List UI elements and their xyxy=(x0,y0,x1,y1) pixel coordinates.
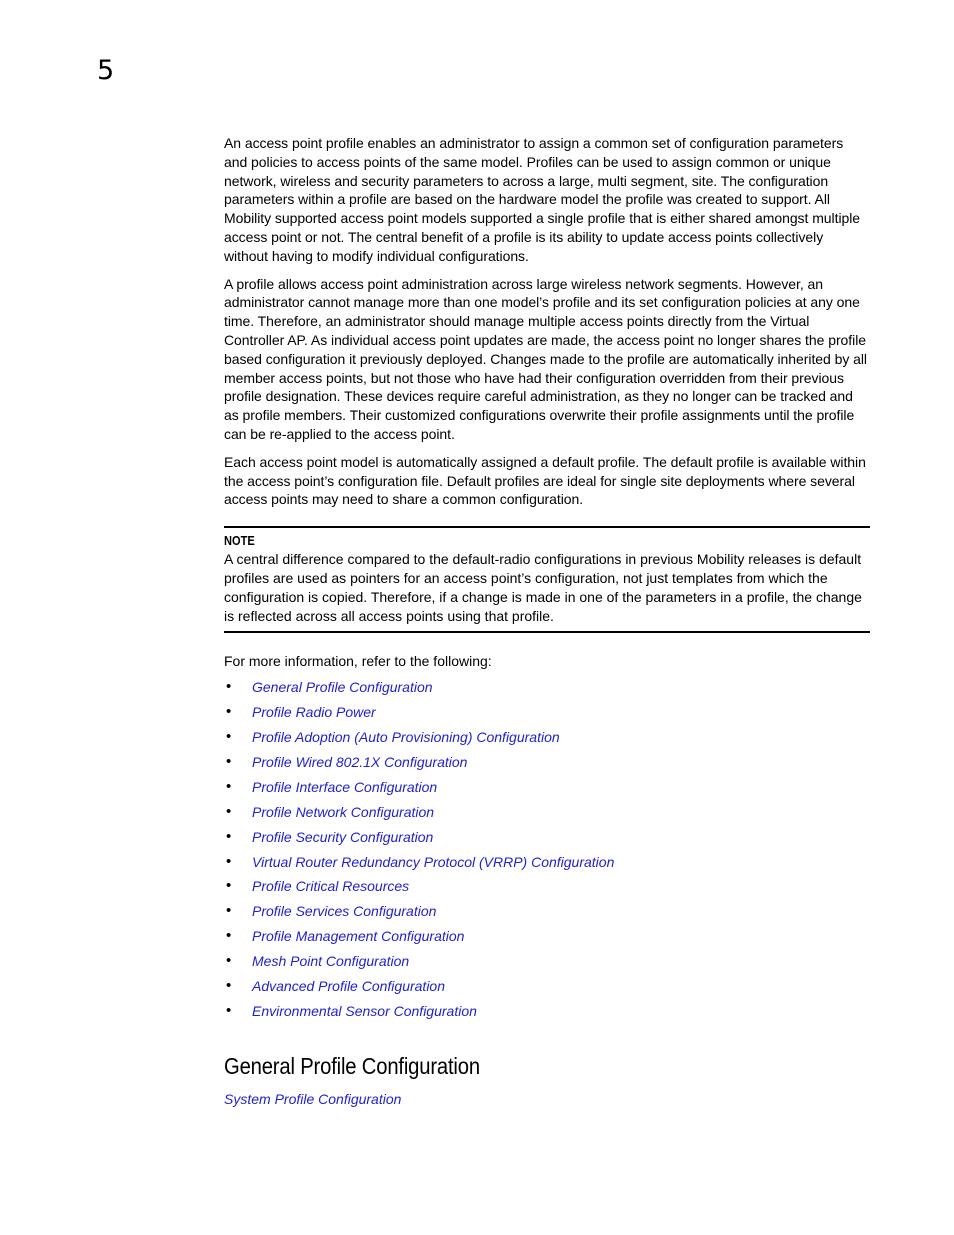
link-vrrp-configuration[interactable]: Virtual Router Redundancy Protocol (VRRP… xyxy=(252,853,614,871)
link-advanced-profile-configuration[interactable]: Advanced Profile Configuration xyxy=(252,977,445,995)
link-profile-interface-configuration[interactable]: Profile Interface Configuration xyxy=(252,778,437,796)
intro-paragraph-2: A profile allows access point administra… xyxy=(224,275,867,442)
bullet-icon: • xyxy=(226,753,232,770)
link-profile-security-configuration[interactable]: Profile Security Configuration xyxy=(252,828,433,846)
bullet-icon: • xyxy=(226,952,232,970)
list-item: • Environmental Sensor Configuration xyxy=(224,1002,870,1027)
link-environmental-sensor-configuration[interactable]: Environmental Sensor Configuration xyxy=(252,1002,477,1020)
bullet-icon: • xyxy=(226,728,232,746)
link-system-profile-configuration[interactable]: System Profile Configuration xyxy=(224,1090,870,1108)
bullet-icon: • xyxy=(226,927,232,945)
list-item: • Profile Critical Resources xyxy=(224,877,870,902)
intro-paragraph-3: Each access point model is automatically… xyxy=(224,453,866,508)
page-content: An access point profile enables an admin… xyxy=(224,134,870,1108)
bullet-icon: • xyxy=(226,902,232,920)
note-label: NOTE xyxy=(224,533,255,549)
list-item: • Profile Wired 802.1X Configuration xyxy=(224,753,870,778)
bullet-icon: • xyxy=(226,1001,232,1019)
link-profile-network-configuration[interactable]: Profile Network Configuration xyxy=(252,803,434,821)
bullet-icon: • xyxy=(226,852,232,870)
references-intro: For more information, refer to the follo… xyxy=(224,653,492,670)
bullet-icon: • xyxy=(226,777,232,795)
bullet-icon: • xyxy=(226,678,232,696)
note-box: NOTE A central difference compared to th… xyxy=(224,526,870,634)
list-item: • Profile Interface Configuration xyxy=(224,778,870,803)
link-profile-critical-resources[interactable]: Profile Critical Resources xyxy=(252,877,409,895)
bullet-icon: • xyxy=(226,703,232,721)
list-item: • Profile Adoption (Auto Provisioning) Co… xyxy=(224,728,870,753)
link-mesh-point-configuration[interactable]: Mesh Point Configuration xyxy=(252,952,409,970)
list-item: • Mesh Point Configuration xyxy=(224,952,870,977)
bullet-icon: • xyxy=(226,802,232,820)
link-profile-radio-power[interactable]: Profile Radio Power xyxy=(252,703,376,721)
reference-link-list: • General Profile Configuration • Profile … xyxy=(224,678,870,1026)
list-item: • Profile Management Configuration xyxy=(224,927,870,952)
bullet-icon: • xyxy=(226,827,232,845)
note-text: A central difference compared to the def… xyxy=(224,551,862,624)
link-profile-management-configuration[interactable]: Profile Management Configuration xyxy=(252,927,464,945)
list-item: • Profile Security Configuration xyxy=(224,828,870,853)
list-item: • Profile Radio Power xyxy=(224,703,870,728)
section-heading: General Profile Configuration xyxy=(224,1052,480,1079)
bullet-icon: • xyxy=(226,977,232,995)
bullet-icon: • xyxy=(226,877,232,895)
chapter-number: 5 xyxy=(97,55,115,86)
link-profile-services-configuration[interactable]: Profile Services Configuration xyxy=(252,902,436,920)
link-profile-adoption[interactable]: Profile Adoption (Auto Provisioning) Con… xyxy=(252,728,560,746)
list-item: • Profile Services Configuration xyxy=(224,902,870,927)
list-item: • General Profile Configuration xyxy=(224,678,870,703)
list-item: • Advanced Profile Configuration xyxy=(224,977,870,1002)
link-general-profile-configuration[interactable]: General Profile Configuration xyxy=(252,678,433,696)
list-item: • Virtual Router Redundancy Protocol (VRR… xyxy=(224,853,870,878)
link-profile-wired-8021x[interactable]: Profile Wired 802.1X Configuration xyxy=(252,753,467,771)
list-item: • Profile Network Configuration xyxy=(224,803,870,828)
intro-paragraph-1: An access point profile enables an admin… xyxy=(224,135,861,264)
